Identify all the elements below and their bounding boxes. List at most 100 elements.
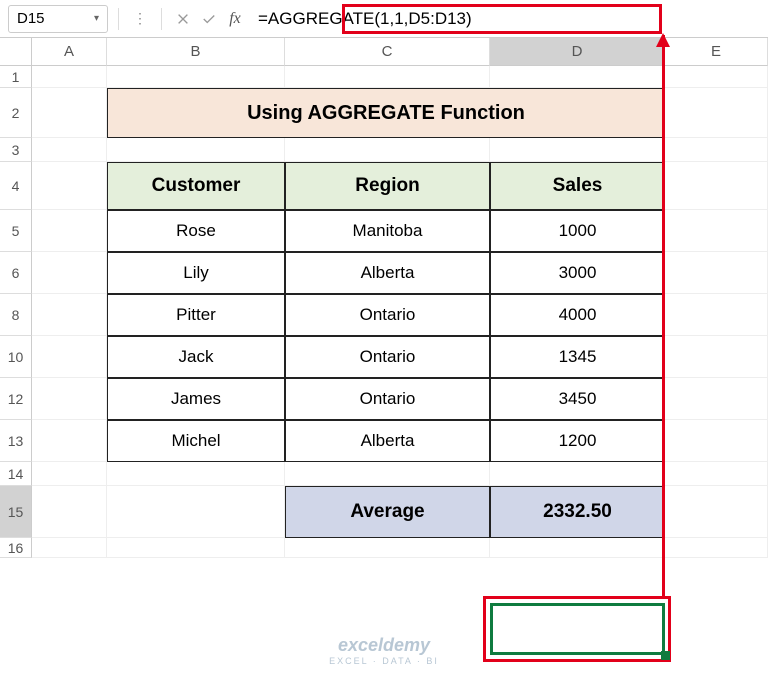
data-cell[interactable]: Manitoba (285, 210, 490, 252)
cell[interactable] (665, 210, 768, 252)
cell[interactable] (665, 252, 768, 294)
data-cell[interactable]: Jack (107, 336, 285, 378)
divider (161, 8, 162, 30)
cell[interactable] (107, 66, 285, 88)
formula-bar: D15 ▾ ⋮ fx (0, 0, 768, 38)
average-value[interactable]: 2332.50 (490, 486, 665, 538)
col-header-b[interactable]: B (107, 38, 285, 66)
data-cell[interactable]: 1200 (490, 420, 665, 462)
data-cell[interactable]: Alberta (285, 252, 490, 294)
cell[interactable] (32, 486, 107, 538)
cell[interactable] (665, 486, 768, 538)
row-header-6[interactable]: 6 (0, 252, 32, 294)
data-cell[interactable]: Pitter (107, 294, 285, 336)
header-sales[interactable]: Sales (490, 162, 665, 210)
average-label[interactable]: Average (285, 486, 490, 538)
cell[interactable] (665, 538, 768, 558)
watermark-logo: exceldemy (329, 635, 439, 656)
more-icon[interactable]: ⋮ (129, 8, 151, 30)
cell[interactable] (32, 138, 107, 162)
row-header-10[interactable]: 10 (0, 336, 32, 378)
cell[interactable] (32, 66, 107, 88)
col-header-a[interactable]: A (32, 38, 107, 66)
watermark-sub: EXCEL · DATA · BI (329, 656, 439, 666)
confirm-icon[interactable] (198, 8, 220, 30)
name-box-value: D15 (17, 10, 45, 27)
cell[interactable] (285, 66, 490, 88)
cell[interactable] (32, 294, 107, 336)
data-cell[interactable]: Ontario (285, 336, 490, 378)
annotation-box (483, 596, 671, 662)
header-region[interactable]: Region (285, 162, 490, 210)
cell[interactable] (490, 138, 665, 162)
data-cell[interactable]: 3450 (490, 378, 665, 420)
col-header-d[interactable]: D (490, 38, 665, 66)
cancel-icon[interactable] (172, 8, 194, 30)
data-cell[interactable]: 4000 (490, 294, 665, 336)
row-header-1[interactable]: 1 (0, 66, 32, 88)
data-cell[interactable]: Ontario (285, 294, 490, 336)
header-customer[interactable]: Customer (107, 162, 285, 210)
data-cell[interactable]: Rose (107, 210, 285, 252)
cell[interactable] (32, 336, 107, 378)
cell[interactable] (107, 138, 285, 162)
cell[interactable] (32, 378, 107, 420)
row-header-5[interactable]: 5 (0, 210, 32, 252)
select-all-corner[interactable] (0, 38, 32, 66)
selection-border (490, 603, 665, 655)
cell[interactable] (490, 462, 665, 486)
cell[interactable] (665, 462, 768, 486)
data-cell[interactable]: Michel (107, 420, 285, 462)
cell[interactable] (490, 66, 665, 88)
cell[interactable] (665, 138, 768, 162)
cell[interactable] (107, 538, 285, 558)
row-header-8[interactable]: 8 (0, 294, 32, 336)
cell[interactable] (32, 538, 107, 558)
row-header-16[interactable]: 16 (0, 538, 32, 558)
fill-handle[interactable] (661, 651, 670, 660)
col-header-e[interactable]: E (665, 38, 768, 66)
data-cell[interactable]: Lily (107, 252, 285, 294)
fx-icon[interactable]: fx (224, 8, 246, 30)
spreadsheet-grid: A B C D E 1 2 Using AGGREGATE Function 3… (0, 38, 768, 558)
row-header-3[interactable]: 3 (0, 138, 32, 162)
cell[interactable] (107, 486, 285, 538)
cell[interactable] (285, 138, 490, 162)
row-header-2[interactable]: 2 (0, 88, 32, 138)
cell[interactable] (665, 88, 768, 138)
watermark: exceldemy EXCEL · DATA · BI (329, 635, 439, 666)
chevron-down-icon[interactable]: ▾ (94, 13, 99, 24)
data-cell[interactable]: Alberta (285, 420, 490, 462)
cell[interactable] (665, 162, 768, 210)
row-header-13[interactable]: 13 (0, 420, 32, 462)
cell[interactable] (665, 66, 768, 88)
cell[interactable] (32, 210, 107, 252)
row-header-15[interactable]: 15 (0, 486, 32, 538)
data-cell[interactable]: Ontario (285, 378, 490, 420)
cell[interactable] (665, 378, 768, 420)
cell[interactable] (107, 462, 285, 486)
cell[interactable] (665, 420, 768, 462)
cell[interactable] (665, 336, 768, 378)
formula-input[interactable] (250, 5, 760, 33)
data-cell[interactable]: 1000 (490, 210, 665, 252)
row-header-12[interactable]: 12 (0, 378, 32, 420)
cell[interactable] (490, 538, 665, 558)
data-cell[interactable]: 1345 (490, 336, 665, 378)
col-header-c[interactable]: C (285, 38, 490, 66)
title-cell[interactable]: Using AGGREGATE Function (107, 88, 665, 138)
cell[interactable] (285, 462, 490, 486)
cell[interactable] (32, 252, 107, 294)
row-header-4[interactable]: 4 (0, 162, 32, 210)
cell[interactable] (32, 462, 107, 486)
data-cell[interactable]: 3000 (490, 252, 665, 294)
divider (118, 8, 119, 30)
row-header-14[interactable]: 14 (0, 462, 32, 486)
name-box[interactable]: D15 ▾ (8, 5, 108, 33)
cell[interactable] (32, 162, 107, 210)
cell[interactable] (32, 420, 107, 462)
cell[interactable] (665, 294, 768, 336)
data-cell[interactable]: James (107, 378, 285, 420)
cell[interactable] (32, 88, 107, 138)
cell[interactable] (285, 538, 490, 558)
